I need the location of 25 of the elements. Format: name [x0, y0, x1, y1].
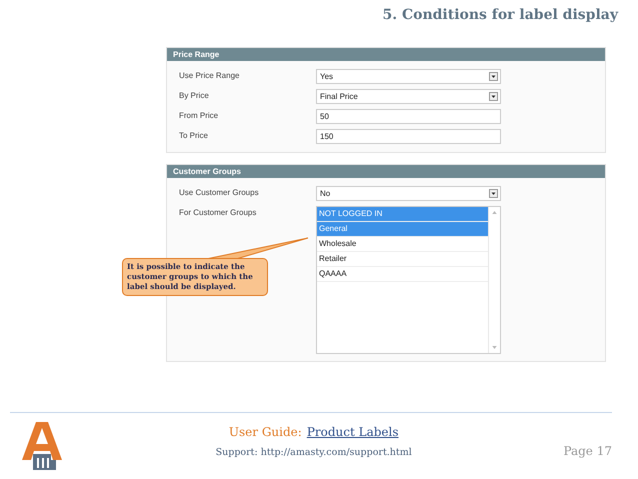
- field-label: To Price: [179, 130, 209, 142]
- field-label: From Price: [179, 110, 220, 122]
- input-field[interactable]: 50: [316, 109, 501, 124]
- dropdown[interactable]: Yes: [316, 69, 501, 84]
- list-option[interactable]: QAAAA: [317, 267, 488, 282]
- section-header: Price Range: [167, 48, 605, 61]
- field-label: Use Customer Groups: [179, 187, 260, 199]
- field-label: By Price: [179, 90, 210, 102]
- field-label: For Customer Groups: [179, 207, 258, 219]
- guide-link[interactable]: Product Labels: [306, 425, 399, 439]
- scroll-down-icon[interactable]: [492, 346, 497, 349]
- page-number: Page 17: [563, 444, 612, 458]
- support-text: Support: http://amasty.com/support.html: [216, 447, 412, 458]
- logo-icon: [22, 422, 64, 470]
- list-option[interactable]: Wholesale: [317, 237, 488, 252]
- section-header: Customer Groups: [167, 165, 605, 178]
- page-title: 5. Conditions for label display: [381, 6, 620, 25]
- scroll-up-icon[interactable]: [492, 211, 497, 214]
- guide-label: User Guide:: [228, 425, 302, 439]
- dropdown[interactable]: No: [316, 186, 501, 201]
- field-label: Use Price Range: [179, 70, 240, 82]
- dropdown[interactable]: Final Price: [316, 89, 501, 104]
- input-field[interactable]: 150: [316, 129, 501, 144]
- list-option[interactable]: Retailer: [317, 252, 488, 267]
- multiselect-list[interactable]: NOT LOGGED IN General Wholesale Retailer QAAAA: [316, 206, 501, 354]
